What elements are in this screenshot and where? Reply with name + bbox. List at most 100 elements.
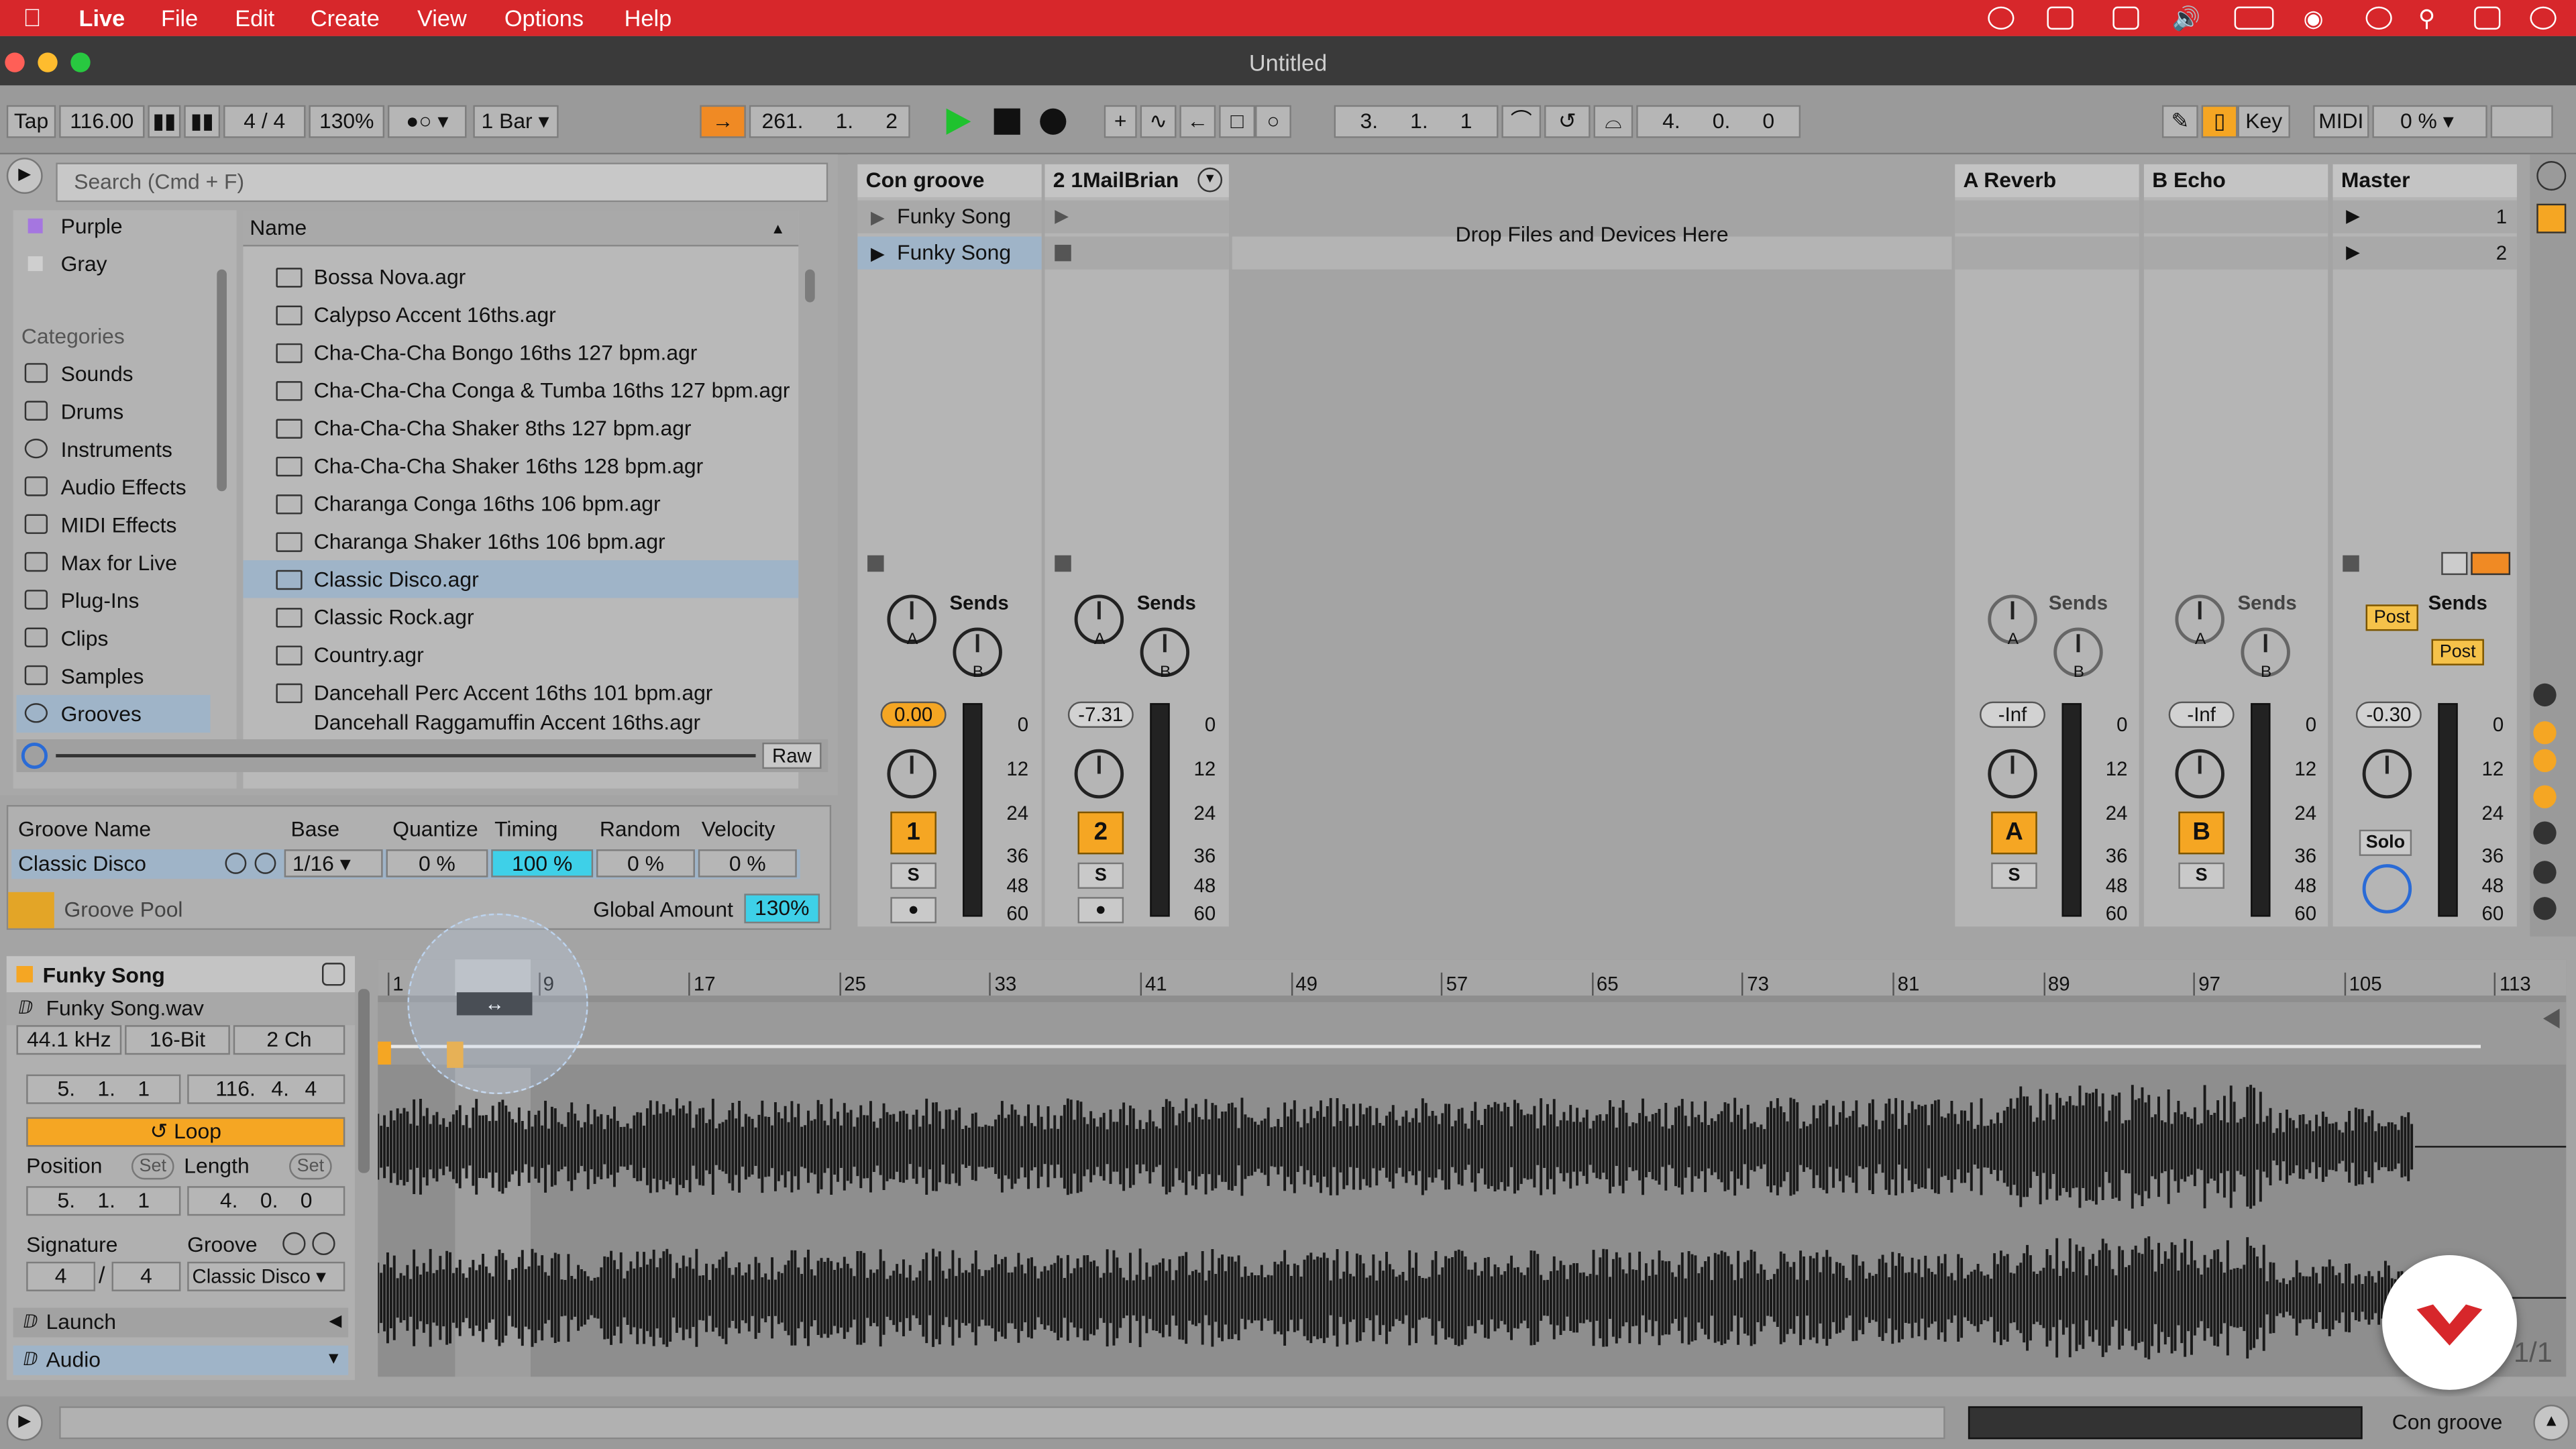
menu-edit[interactable]: Edit [235,5,274,31]
clip-slot[interactable]: ▶ [1044,200,1229,233]
follow-dropdown[interactable]: ●○ ▾ [387,105,467,138]
menu-app[interactable]: Live [79,5,125,31]
clip-slot-selected[interactable]: ▶ Funky Song [857,236,1042,271]
tempo-field[interactable]: 116.00 [59,105,145,138]
io-toggle-icon[interactable] [2533,683,2557,707]
stop-all-clips-icon[interactable] [2343,555,2359,572]
tap-button[interactable]: Tap [6,105,56,138]
set-position-button[interactable]: Set [131,1153,174,1180]
list-item-selected[interactable]: Classic Disco.agr [243,560,799,598]
return-b-header[interactable]: B Echo [2143,164,2328,197]
clip-play-icon[interactable]: ▶ [871,202,885,235]
detail-toggle-icon[interactable]: ▲ [2533,1404,2570,1441]
return-a-header[interactable]: A Reverb [1955,164,2139,197]
quantize-dropdown[interactable]: 1 Bar ▾ [473,105,559,138]
hot-swap-groove-icon[interactable] [282,1232,306,1256]
loop-position-field[interactable]: 5. 1. 1 [26,1186,181,1216]
loop-button[interactable]: ↺ Loop [26,1117,345,1147]
mixer-toggle-icon[interactable] [2533,785,2557,808]
return-b-volume[interactable]: -Inf [2168,701,2235,728]
collection-purple[interactable]: Purple [16,207,210,245]
signature-denominator[interactable]: 4 [111,1261,181,1291]
loop-length-field[interactable]: 4. 0. 0 [187,1186,345,1216]
commit-groove-icon[interactable] [254,853,276,874]
clip-end-field[interactable]: 116. 4. 4 [187,1074,345,1104]
search-input[interactable]: Search (Cmd + F) [56,162,828,203]
display-icon[interactable] [2112,6,2139,30]
solo-button[interactable]: S [1991,862,2037,889]
battery-icon[interactable] [2234,6,2274,30]
returns-toggle-icon[interactable] [2533,749,2557,773]
stop-button[interactable] [994,108,1020,135]
menu-options[interactable]: Options [504,5,584,31]
overdub-icon[interactable]: + [1104,105,1137,138]
clip-play-icon[interactable]: ▶ [871,238,885,271]
clip-properties-scrollbar[interactable] [358,989,370,1173]
apple-icon[interactable]:  [23,5,42,33]
post-toggle[interactable]: Post [2365,604,2418,631]
user-icon[interactable] [2365,6,2392,30]
master-volume[interactable]: -0.30 [2355,701,2422,728]
track-2-volume[interactable]: -7.31 [1067,701,1134,728]
audio-section[interactable]: ⅅ Audio ▼ [13,1345,349,1375]
pan-knob[interactable] [1074,749,1124,799]
browser-toggle-icon[interactable]: ▶ [6,158,43,194]
metronome-icon[interactable]: ▮▮ [148,105,181,138]
pan-knob[interactable] [2362,749,2412,799]
follow-icon[interactable] [2441,551,2468,576]
list-item[interactable]: Bossa Nova.agr [243,258,798,295]
menu-file[interactable]: File [161,5,198,31]
delay-toggle-icon[interactable] [2533,821,2557,845]
track-2-header[interactable]: 2 1MailBrian ▼ [1044,164,1229,197]
end-marker[interactable] [2543,1008,2560,1029]
category-samples[interactable]: Samples [16,657,210,695]
automation-arm-icon[interactable]: ∿ [1140,105,1177,138]
category-drums[interactable]: Drums [16,392,210,430]
stop-all-track-2-icon[interactable] [1055,555,1071,572]
post-toggle[interactable]: Post [2431,639,2484,665]
scene-2-launch[interactable]: ▶ 2 [2332,236,2517,270]
solo-button[interactable]: S [890,862,936,889]
punch-icon[interactable]: → [700,105,746,138]
preview-icon[interactable] [21,742,48,769]
list-item[interactable]: Classic Rock.agr [243,598,798,635]
clip-play-icon[interactable]: ▶ [1055,205,1069,227]
base-dropdown[interactable]: 1/16 ▾ [284,849,383,877]
punch-in-icon[interactable]: ⌒ [1501,105,1542,138]
draw-mode-icon[interactable]: ✎ [2161,105,2198,138]
return-a-activator[interactable]: A [1991,811,2037,855]
category-plug-ins[interactable]: Plug-Ins [16,582,210,619]
spotlight-icon[interactable]: ⚲ [2418,5,2435,33]
category-instruments[interactable]: Instruments [16,431,210,468]
nudge-icon[interactable]: ▮▮ [184,105,221,138]
groove-pool-icon[interactable] [8,892,54,928]
raw-button[interactable]: Raw [762,742,822,769]
keyboard-icon[interactable]: ▯ [2201,105,2238,138]
solo-button[interactable]: S [2178,862,2224,889]
session-record-icon[interactable]: ○ [1255,105,1291,138]
set-length-button[interactable]: Set [289,1153,332,1180]
key-map-button[interactable]: Key [2237,105,2290,138]
play-button[interactable] [946,108,971,135]
signature-field[interactable]: 4 / 4 [223,105,306,138]
list-item[interactable]: Cha-Cha-Cha Shaker 8ths 127 bpm.agr [243,409,798,447]
waveform[interactable] [378,1068,2567,1377]
timing-value-field[interactable]: 100 % [491,849,594,877]
pan-knob[interactable] [887,749,936,799]
session-view-icon[interactable] [2536,203,2567,233]
category-midi-effects[interactable]: MIDI Effects [16,506,210,543]
arm-button[interactable]: ● [890,897,936,924]
pan-knob[interactable] [1988,749,2037,799]
crossfader-toggle-icon[interactable] [2533,861,2557,884]
clip-slot[interactable] [1044,236,1229,270]
screen-record-icon[interactable] [2047,6,2074,30]
overview-strip[interactable] [1968,1406,2363,1440]
list-item[interactable]: Charanga Shaker 16ths 106 bpm.agr [243,523,798,560]
volume-icon[interactable]: 🔊 [2172,5,2201,33]
clip-color-swatch[interactable] [16,966,33,983]
clip-slot[interactable]: ▶ Funky Song [857,200,1042,235]
list-item[interactable]: Country.agr [243,636,798,674]
solo-button[interactable]: S [1077,862,1124,889]
track-1-volume[interactable]: 0.00 [880,701,947,728]
arrangement-position[interactable]: 261. 1. 2 [749,105,910,138]
